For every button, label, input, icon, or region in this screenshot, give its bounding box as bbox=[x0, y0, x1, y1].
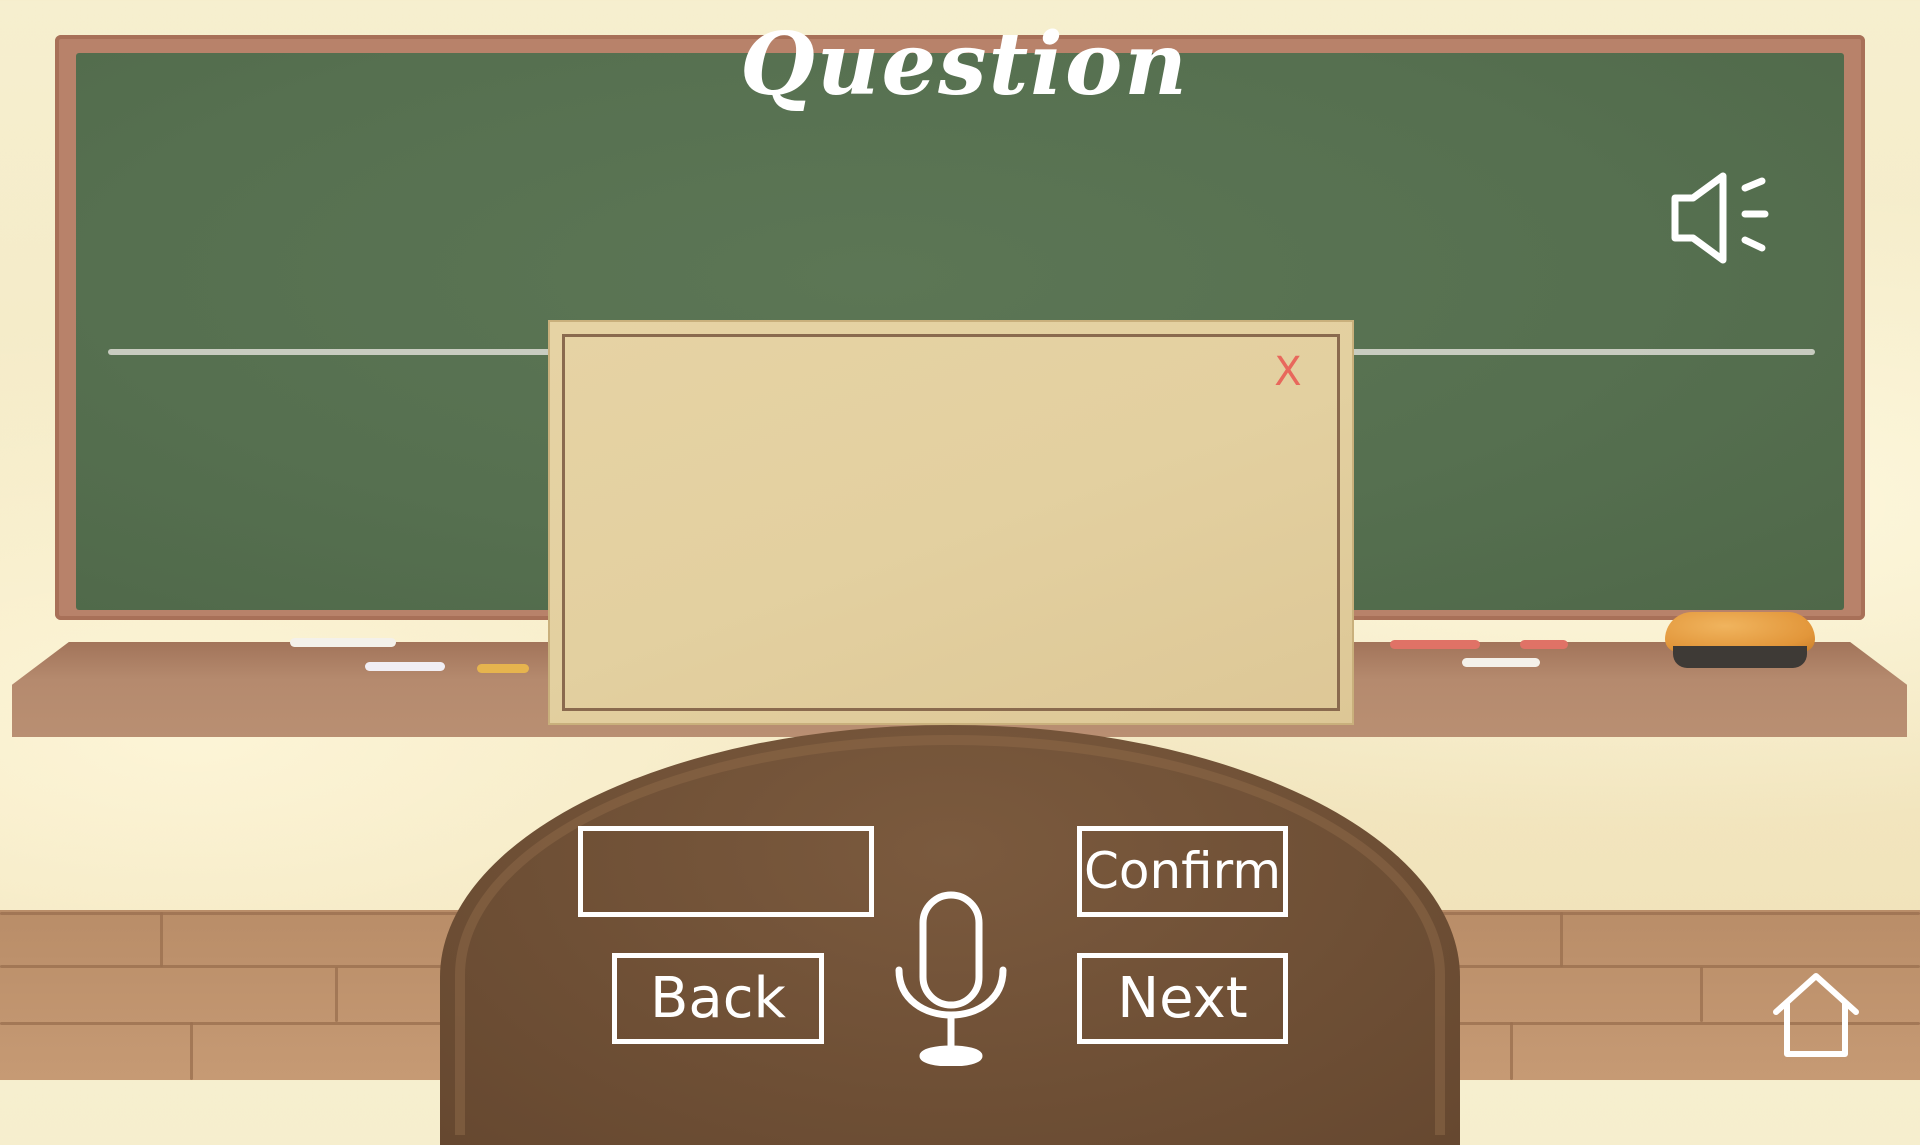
answer-input[interactable] bbox=[578, 826, 874, 917]
chalk-piece-white bbox=[365, 662, 445, 671]
next-button[interactable]: Next bbox=[1077, 953, 1288, 1044]
chalk-piece-white bbox=[290, 638, 396, 647]
floor-seam bbox=[1510, 1022, 1513, 1080]
page-title: Question bbox=[740, 14, 1189, 115]
floor-seam bbox=[160, 912, 163, 967]
answer-dialog: X bbox=[548, 320, 1354, 725]
chalk-piece-yellow bbox=[477, 664, 529, 673]
dialog-border bbox=[562, 334, 1340, 711]
floor-seam bbox=[190, 1022, 193, 1080]
floor-seam bbox=[1700, 967, 1703, 1022]
microphone-icon[interactable] bbox=[893, 890, 1009, 1067]
eraser-base bbox=[1673, 646, 1807, 668]
chalk-piece-red bbox=[1390, 640, 1480, 649]
chalk-line-left bbox=[108, 349, 553, 355]
board-eraser bbox=[1665, 612, 1815, 670]
chalk-piece-red bbox=[1520, 640, 1568, 649]
back-button[interactable]: Back bbox=[612, 953, 824, 1044]
confirm-button[interactable]: Confirm bbox=[1077, 826, 1288, 917]
floor-seam bbox=[1560, 912, 1563, 967]
chalk-line-right bbox=[1350, 349, 1815, 355]
close-icon[interactable]: X bbox=[1266, 350, 1310, 394]
chalk-piece-white bbox=[1462, 658, 1540, 667]
floor-seam bbox=[335, 967, 338, 1022]
home-icon[interactable] bbox=[1770, 970, 1862, 1060]
speaker-icon[interactable] bbox=[1665, 168, 1775, 268]
